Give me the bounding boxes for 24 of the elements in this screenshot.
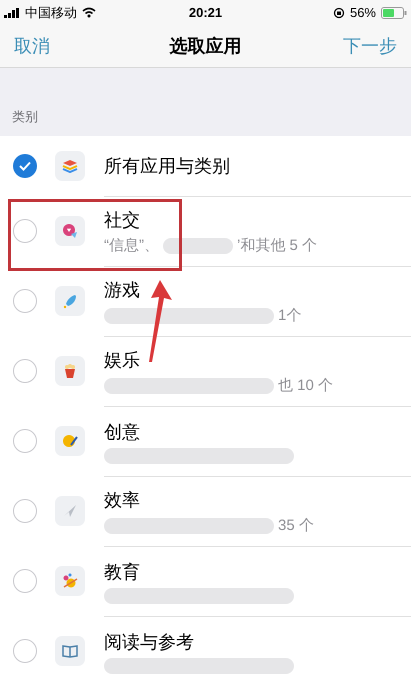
blurred-text	[163, 238, 233, 254]
category-subtitle: “信息”、	[104, 236, 159, 256]
category-title: 社交	[104, 208, 141, 232]
wifi-icon	[82, 7, 96, 18]
carrier-name: 中国移动	[25, 4, 77, 22]
nav-title: 选取应用	[168, 34, 242, 58]
category-title: 娱乐	[104, 348, 141, 372]
category-subtitle: 1个	[278, 306, 302, 326]
battery-icon	[381, 6, 407, 19]
battery-percentage: 56%	[350, 4, 376, 22]
section-header: 类别	[12, 108, 38, 126]
category-subtitle: 35 个	[278, 516, 314, 536]
category-title: 游戏	[104, 278, 141, 302]
clock-time: 20:21	[188, 4, 224, 22]
category-title: 效率	[104, 488, 141, 512]
signal-icon	[4, 8, 20, 18]
check-icon	[19, 161, 31, 171]
category-title: 教育	[104, 560, 141, 584]
category-subtitle: ’和其他 5 个	[237, 236, 318, 256]
category-title: 创意	[104, 420, 141, 444]
category-title: 所有应用与类别	[104, 155, 231, 178]
rotation-lock-icon	[332, 6, 345, 19]
category-subtitle: 也 10 个	[278, 376, 334, 396]
category-title: 阅读与参考	[104, 630, 195, 654]
